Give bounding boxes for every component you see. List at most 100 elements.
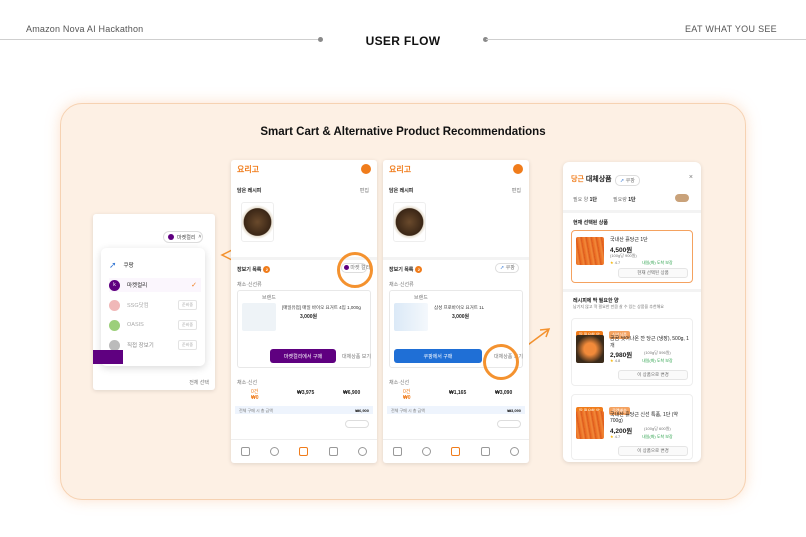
- total-info-bar: 전체 구매 시 총 금액 ₩3,090: [387, 406, 525, 414]
- delivery-badge: 내일(화) 도착 보장: [642, 434, 673, 439]
- product-image: [576, 335, 604, 363]
- product-name: 곰곰 씻어나온 깐 당근 (냉장), 500g, 1개: [610, 336, 689, 349]
- recipe-thumbnail[interactable]: [393, 202, 426, 242]
- kurly-dot-icon: [168, 234, 174, 240]
- alternatives-sheet: 당근 대체상품 ➚ 쿠팡 × 필요 양 1단 필요량 1단 현재 선택된 상품 …: [563, 162, 701, 462]
- change-to-product-button[interactable]: 이 상품으로 변경: [618, 370, 688, 380]
- panel-title: Smart Cart & Alternative Product Recomme…: [260, 126, 546, 138]
- recipe-edit-link[interactable]: 편집: [512, 187, 521, 194]
- store-option-label: 쿠팡: [123, 263, 134, 269]
- recipe-thumbnail[interactable]: [241, 202, 274, 242]
- cart-screen-kurly: 요리고 담은 레시피 편집 장보기 목록 2 마켓 컬리 채소·신선류 브랜드 […: [231, 160, 377, 463]
- category-label: 채소·신선: [389, 380, 410, 386]
- sheet-title: 당근 대체상품: [571, 176, 612, 183]
- change-to-product-button[interactable]: 이 상품으로 변경: [618, 446, 688, 456]
- select-all-label: 전체 선택: [189, 380, 209, 386]
- alt-product-card: 딱 필요한 양 로켓배송 국내산 흙당근 신선 특품, 1단 (약 700g) …: [571, 394, 693, 460]
- app-logo: 요리고: [389, 165, 412, 174]
- rating: ★ 4.8: [610, 358, 621, 363]
- store-dropdown-button[interactable]: 마켓컬리 ˄: [163, 231, 203, 243]
- chevron-up-icon: ˄: [198, 234, 202, 240]
- store-option-coupang[interactable]: ➚ 쿠팡: [109, 258, 201, 272]
- product-price: 3,000원: [300, 314, 318, 320]
- need-amount: 필요 양 1단: [573, 197, 597, 203]
- ssg-logo-icon: [109, 299, 120, 311]
- total-info-bar: 전체 구매 시 총 금액 ₩6,900: [235, 406, 373, 414]
- order-button[interactable]: [345, 420, 369, 428]
- store-option-label: OASIS: [127, 322, 144, 328]
- hackathon-label: Amazon Nova AI Hackathon: [26, 24, 144, 34]
- recipe-section-title: 담은 레시피: [237, 188, 262, 194]
- cart-screen-coupang: 요리고 담은 레시피 편집 장보기 목록 2 ➚ 쿠팡 채소·신선류 브랜드 삼성…: [383, 160, 529, 463]
- profile-icon[interactable]: [509, 447, 519, 456]
- app-header: 요리고: [383, 160, 529, 178]
- store-option-kurly[interactable]: k 마켓컬리 ✓: [109, 278, 201, 292]
- recommend-subtitle: 남기지 않고 딱 필요한 만큼 살 수 있는 상품을 추천해요: [573, 304, 664, 309]
- avatar[interactable]: [361, 164, 371, 174]
- product-image: [242, 303, 276, 331]
- current-section-title: 현재 선택된 상품: [573, 220, 608, 226]
- section-divider: [563, 210, 701, 213]
- unit-price: (100g당 600원): [644, 426, 671, 431]
- store-option-label: 직접 장보기: [127, 343, 154, 349]
- product-name: 삼성 프로바이오 요거트 1L: [434, 305, 485, 310]
- app-header: 요리고: [231, 160, 377, 178]
- order-button[interactable]: [497, 420, 521, 428]
- recipe-section-title: 담은 레시피: [389, 188, 414, 194]
- product-name: 국내산 흙당근 신선 특품, 1단 (약 700g): [610, 412, 678, 424]
- avatar[interactable]: [513, 164, 523, 174]
- star-icon: ★: [610, 434, 614, 439]
- coming-soon-badge: 준비중: [177, 340, 197, 350]
- community-icon[interactable]: [422, 447, 432, 456]
- product-image: [576, 411, 604, 439]
- bottom-nav: [383, 439, 529, 463]
- cart-count-badge: 2: [263, 266, 271, 273]
- coming-soon-badge: 준비중: [177, 300, 197, 310]
- section-title: USER FLOW: [365, 34, 441, 48]
- community-icon[interactable]: [270, 447, 280, 456]
- cart-icon[interactable]: [299, 447, 309, 456]
- delivery-badge: 내일(화) 도착 보장: [642, 260, 673, 265]
- fridge-icon[interactable]: [480, 447, 490, 456]
- store-dropdown-menu: ➚ 쿠팡 k 마켓컬리 ✓ SSG닷컴 준비중 OASIS 준비중 직접 장보기…: [101, 248, 205, 366]
- category-label: 채소·신선: [237, 380, 258, 386]
- rating: ★ 4.7: [610, 260, 621, 265]
- home-icon[interactable]: [393, 447, 403, 456]
- product-name: [매일유업] 매일 바이오 요거트 4입 1,000g: [282, 305, 361, 310]
- product-name: 국내산 흙당근 1단: [610, 237, 648, 243]
- unit-price: (100g당 596원): [644, 350, 671, 355]
- rocket-icon: ➚: [109, 259, 117, 270]
- cart-icon[interactable]: [451, 447, 461, 456]
- cart-section-title: 장보기 목록 2: [237, 266, 271, 273]
- store-select-screen: 마켓컬리 ˄ ➚ 쿠팡 k 마켓컬리 ✓ SSG닷컴 준비중 OASIS 준비중…: [93, 214, 215, 390]
- star-icon: ★: [610, 260, 614, 265]
- buy-on-kurly-button[interactable]: 마켓컬리에서 구매: [270, 349, 336, 363]
- store-option-label: 마켓컬리: [127, 283, 148, 289]
- current-selected-button: 현재 선택된 상품: [618, 268, 688, 278]
- alt-product-card: 딱 필요한 양 신선식품 곰곰 씻어나온 깐 당근 (냉장), 500g, 1개…: [571, 318, 693, 386]
- highlight-ring: [337, 252, 373, 288]
- store-chip[interactable]: ➚ 쿠팡: [495, 263, 519, 273]
- category-label: 채소·신선류: [389, 282, 414, 288]
- cta-partial: [93, 350, 123, 364]
- buy-on-coupang-button[interactable]: 쿠팡에서 구매: [394, 349, 482, 363]
- highlight-ring: [483, 344, 519, 380]
- home-icon[interactable]: [241, 447, 251, 456]
- recipe-edit-link[interactable]: 편집: [360, 187, 369, 194]
- rocket-icon: ➚: [620, 178, 625, 184]
- recipe-avatars: [675, 194, 689, 202]
- current-product-card: 국내산 흙당근 1단 4,500원 (100g당 900원) ★ 4.7 내일(…: [571, 230, 693, 283]
- alternatives-button[interactable]: 대체상품 보기: [342, 353, 371, 360]
- close-icon[interactable]: ×: [689, 174, 693, 181]
- bottom-nav: [231, 439, 377, 463]
- cart-section-title: 장보기 목록 2: [389, 266, 423, 273]
- profile-icon[interactable]: [357, 447, 367, 456]
- product-image: [576, 237, 604, 265]
- product-brand: 브랜드: [414, 295, 428, 301]
- fridge-icon[interactable]: [328, 447, 338, 456]
- delivery-badge: 내일(화) 도착 보장: [642, 358, 673, 363]
- basket-icon: [109, 339, 120, 351]
- store-option-ssg: SSG닷컴 준비중: [109, 298, 201, 312]
- oasis-logo-icon: [109, 319, 120, 331]
- product-card: 브랜드 [매일유업] 매일 바이오 요거트 4입 1,000g 3,000원 마…: [237, 290, 371, 368]
